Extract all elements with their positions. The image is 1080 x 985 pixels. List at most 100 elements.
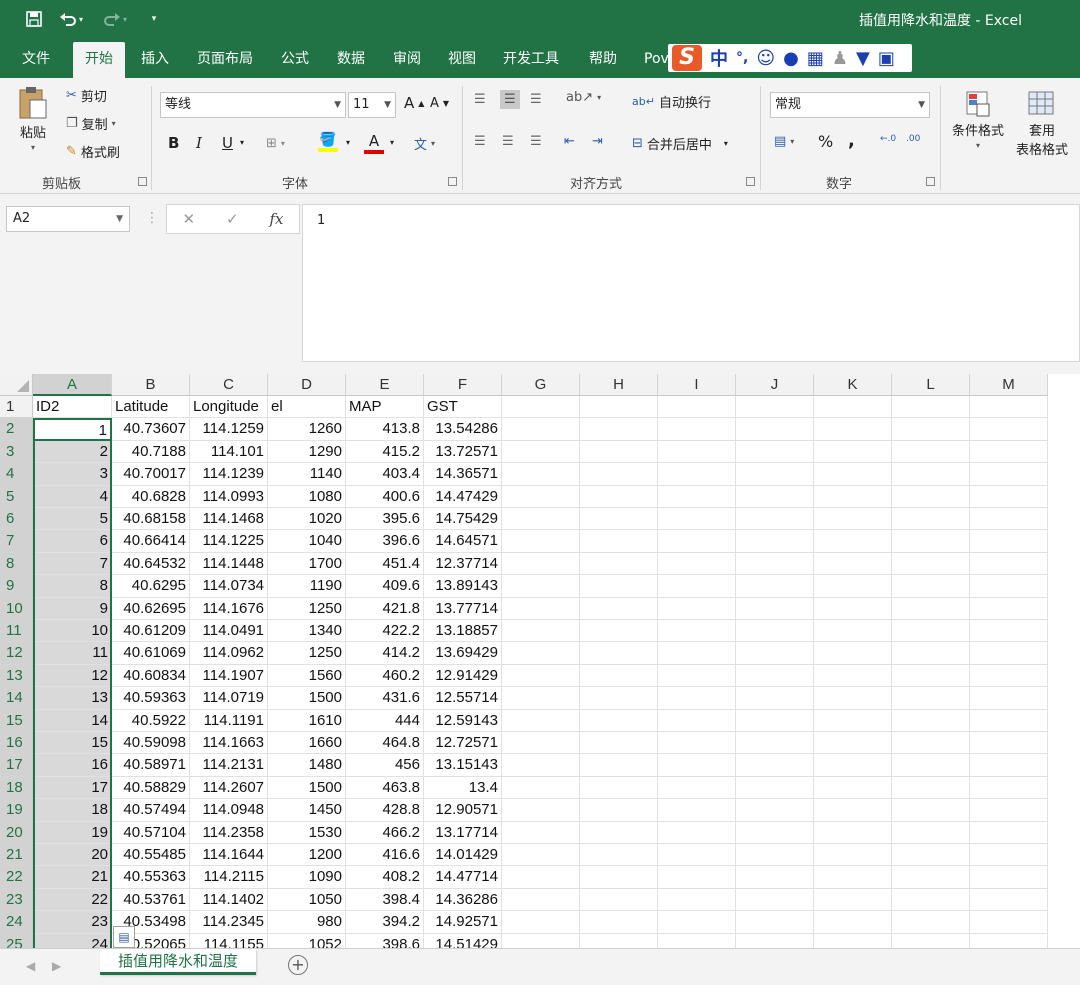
table-cell[interactable] bbox=[892, 440, 970, 464]
table-cell[interactable] bbox=[892, 776, 970, 800]
merge-center-button[interactable]: ⊟ 合并后居中 ▾ bbox=[632, 134, 728, 153]
table-cell[interactable] bbox=[736, 821, 814, 844]
table-cell[interactable] bbox=[736, 530, 814, 553]
keyboard-icon[interactable]: ▦ bbox=[807, 48, 824, 69]
table-cell[interactable]: 1610 bbox=[268, 709, 346, 732]
table-cell[interactable]: 114.0948 bbox=[190, 799, 268, 822]
table-cell[interactable] bbox=[580, 709, 658, 732]
clipboard-launcher-icon[interactable] bbox=[138, 177, 147, 186]
table-cell[interactable] bbox=[892, 664, 970, 688]
table-cell[interactable]: 12.91429 bbox=[424, 664, 502, 688]
table-cell[interactable] bbox=[658, 776, 736, 800]
table-cell[interactable]: 40.64532 bbox=[112, 552, 190, 576]
table-cell[interactable]: 114.2131 bbox=[190, 754, 268, 777]
table-cell[interactable]: 12.72571 bbox=[424, 732, 502, 755]
table-cell[interactable] bbox=[736, 844, 814, 867]
percent-button[interactable]: % bbox=[818, 132, 833, 151]
table-cell[interactable] bbox=[502, 508, 580, 531]
table-cell[interactable]: 1140 bbox=[268, 463, 346, 486]
table-cell[interactable]: 463.8 bbox=[346, 776, 424, 800]
row-header[interactable]: 18 bbox=[0, 776, 33, 800]
header-cell[interactable] bbox=[580, 396, 658, 419]
row-header[interactable]: 13 bbox=[0, 664, 33, 688]
table-cell[interactable] bbox=[736, 552, 814, 576]
header-cell[interactable] bbox=[736, 396, 814, 419]
table-cell[interactable] bbox=[970, 687, 1048, 710]
ime-mode-label[interactable]: 中 bbox=[710, 45, 728, 71]
table-cell[interactable] bbox=[970, 552, 1048, 576]
table-cell[interactable] bbox=[736, 418, 814, 441]
table-cell[interactable]: 13.15143 bbox=[424, 754, 502, 777]
table-cell[interactable]: 413.8 bbox=[346, 418, 424, 441]
underline-button[interactable]: U bbox=[222, 134, 233, 152]
table-cell[interactable]: 416.6 bbox=[346, 844, 424, 867]
table-cell[interactable]: 398.6 bbox=[346, 933, 424, 948]
column-header-e[interactable]: E bbox=[346, 374, 424, 396]
table-cell[interactable]: 114.1448 bbox=[190, 552, 268, 576]
alignment-launcher-icon[interactable] bbox=[746, 177, 755, 186]
table-cell[interactable]: 1090 bbox=[268, 866, 346, 889]
row-header[interactable]: 23 bbox=[0, 888, 33, 912]
table-cell[interactable]: 40.66414 bbox=[112, 530, 190, 553]
table-cell[interactable] bbox=[814, 485, 892, 508]
italic-button[interactable]: I bbox=[196, 134, 202, 152]
table-cell[interactable] bbox=[502, 642, 580, 665]
ime-punct-label[interactable]: °, bbox=[736, 50, 748, 66]
table-cell[interactable] bbox=[970, 844, 1048, 867]
column-header-j[interactable]: J bbox=[736, 374, 814, 396]
table-cell[interactable]: 114.1663 bbox=[190, 732, 268, 755]
table-cell[interactable] bbox=[814, 866, 892, 889]
table-cell[interactable]: 980 bbox=[268, 911, 346, 934]
table-cell[interactable] bbox=[658, 709, 736, 732]
table-cell[interactable] bbox=[736, 866, 814, 889]
column-header-a[interactable]: A bbox=[33, 374, 112, 396]
table-cell[interactable]: 14.51429 bbox=[424, 933, 502, 948]
table-cell[interactable]: 40.68158 bbox=[112, 508, 190, 531]
table-cell[interactable] bbox=[970, 463, 1048, 486]
number-launcher-icon[interactable] bbox=[926, 177, 935, 186]
fill-color-dropdown-icon[interactable]: ▾ bbox=[346, 138, 350, 147]
table-cell[interactable] bbox=[892, 888, 970, 912]
enter-icon[interactable]: ✓ bbox=[226, 210, 239, 228]
tab-file[interactable]: 文件 bbox=[10, 42, 62, 78]
header-cell[interactable]: ID2 bbox=[33, 396, 112, 419]
table-cell[interactable] bbox=[502, 799, 580, 822]
user-icon[interactable]: ♟ bbox=[832, 48, 848, 69]
table-cell[interactable]: 428.8 bbox=[346, 799, 424, 822]
row-header[interactable]: 1 bbox=[0, 396, 33, 419]
table-cell[interactable]: 40.62695 bbox=[112, 597, 190, 620]
accounting-format-button[interactable]: ▤ ▾ bbox=[774, 134, 794, 149]
header-cell[interactable]: GST bbox=[424, 396, 502, 419]
table-cell[interactable] bbox=[814, 418, 892, 441]
table-cell[interactable]: 1040 bbox=[268, 530, 346, 553]
paste-button[interactable]: 粘贴 ▾ bbox=[18, 86, 48, 152]
table-cell[interactable]: 114.0719 bbox=[190, 687, 268, 710]
table-cell[interactable] bbox=[970, 508, 1048, 531]
table-cell[interactable] bbox=[814, 799, 892, 822]
table-cell[interactable]: 24 bbox=[33, 933, 112, 948]
table-cell[interactable]: 13.4 bbox=[424, 776, 502, 800]
shrink-font-button[interactable]: A ▼ bbox=[430, 96, 449, 111]
column-header-l[interactable]: L bbox=[892, 374, 970, 396]
table-cell[interactable]: 40.59098 bbox=[112, 732, 190, 755]
table-cell[interactable] bbox=[736, 888, 814, 912]
row-header[interactable]: 11 bbox=[0, 620, 33, 643]
table-cell[interactable] bbox=[970, 754, 1048, 777]
table-cell[interactable]: 14.47429 bbox=[424, 485, 502, 508]
table-cell[interactable]: 1660 bbox=[268, 732, 346, 755]
table-cell[interactable]: 40.58829 bbox=[112, 776, 190, 800]
table-cell[interactable] bbox=[736, 642, 814, 665]
prev-sheet-icon[interactable]: ◀ bbox=[26, 959, 35, 973]
table-cell[interactable] bbox=[970, 642, 1048, 665]
paste-options-icon[interactable]: ▤ bbox=[113, 926, 135, 948]
table-cell[interactable] bbox=[892, 911, 970, 934]
decrease-indent-icon[interactable]: ⇤ bbox=[564, 134, 575, 149]
table-cell[interactable]: 13.18857 bbox=[424, 620, 502, 643]
table-cell[interactable]: 114.2345 bbox=[190, 911, 268, 934]
table-cell[interactable] bbox=[892, 709, 970, 732]
table-cell[interactable]: 114.1225 bbox=[190, 530, 268, 553]
drag-handle-icon[interactable]: ⋮ bbox=[145, 210, 159, 226]
table-cell[interactable] bbox=[736, 799, 814, 822]
column-header-k[interactable]: K bbox=[814, 374, 892, 396]
table-cell[interactable]: 409.6 bbox=[346, 575, 424, 598]
